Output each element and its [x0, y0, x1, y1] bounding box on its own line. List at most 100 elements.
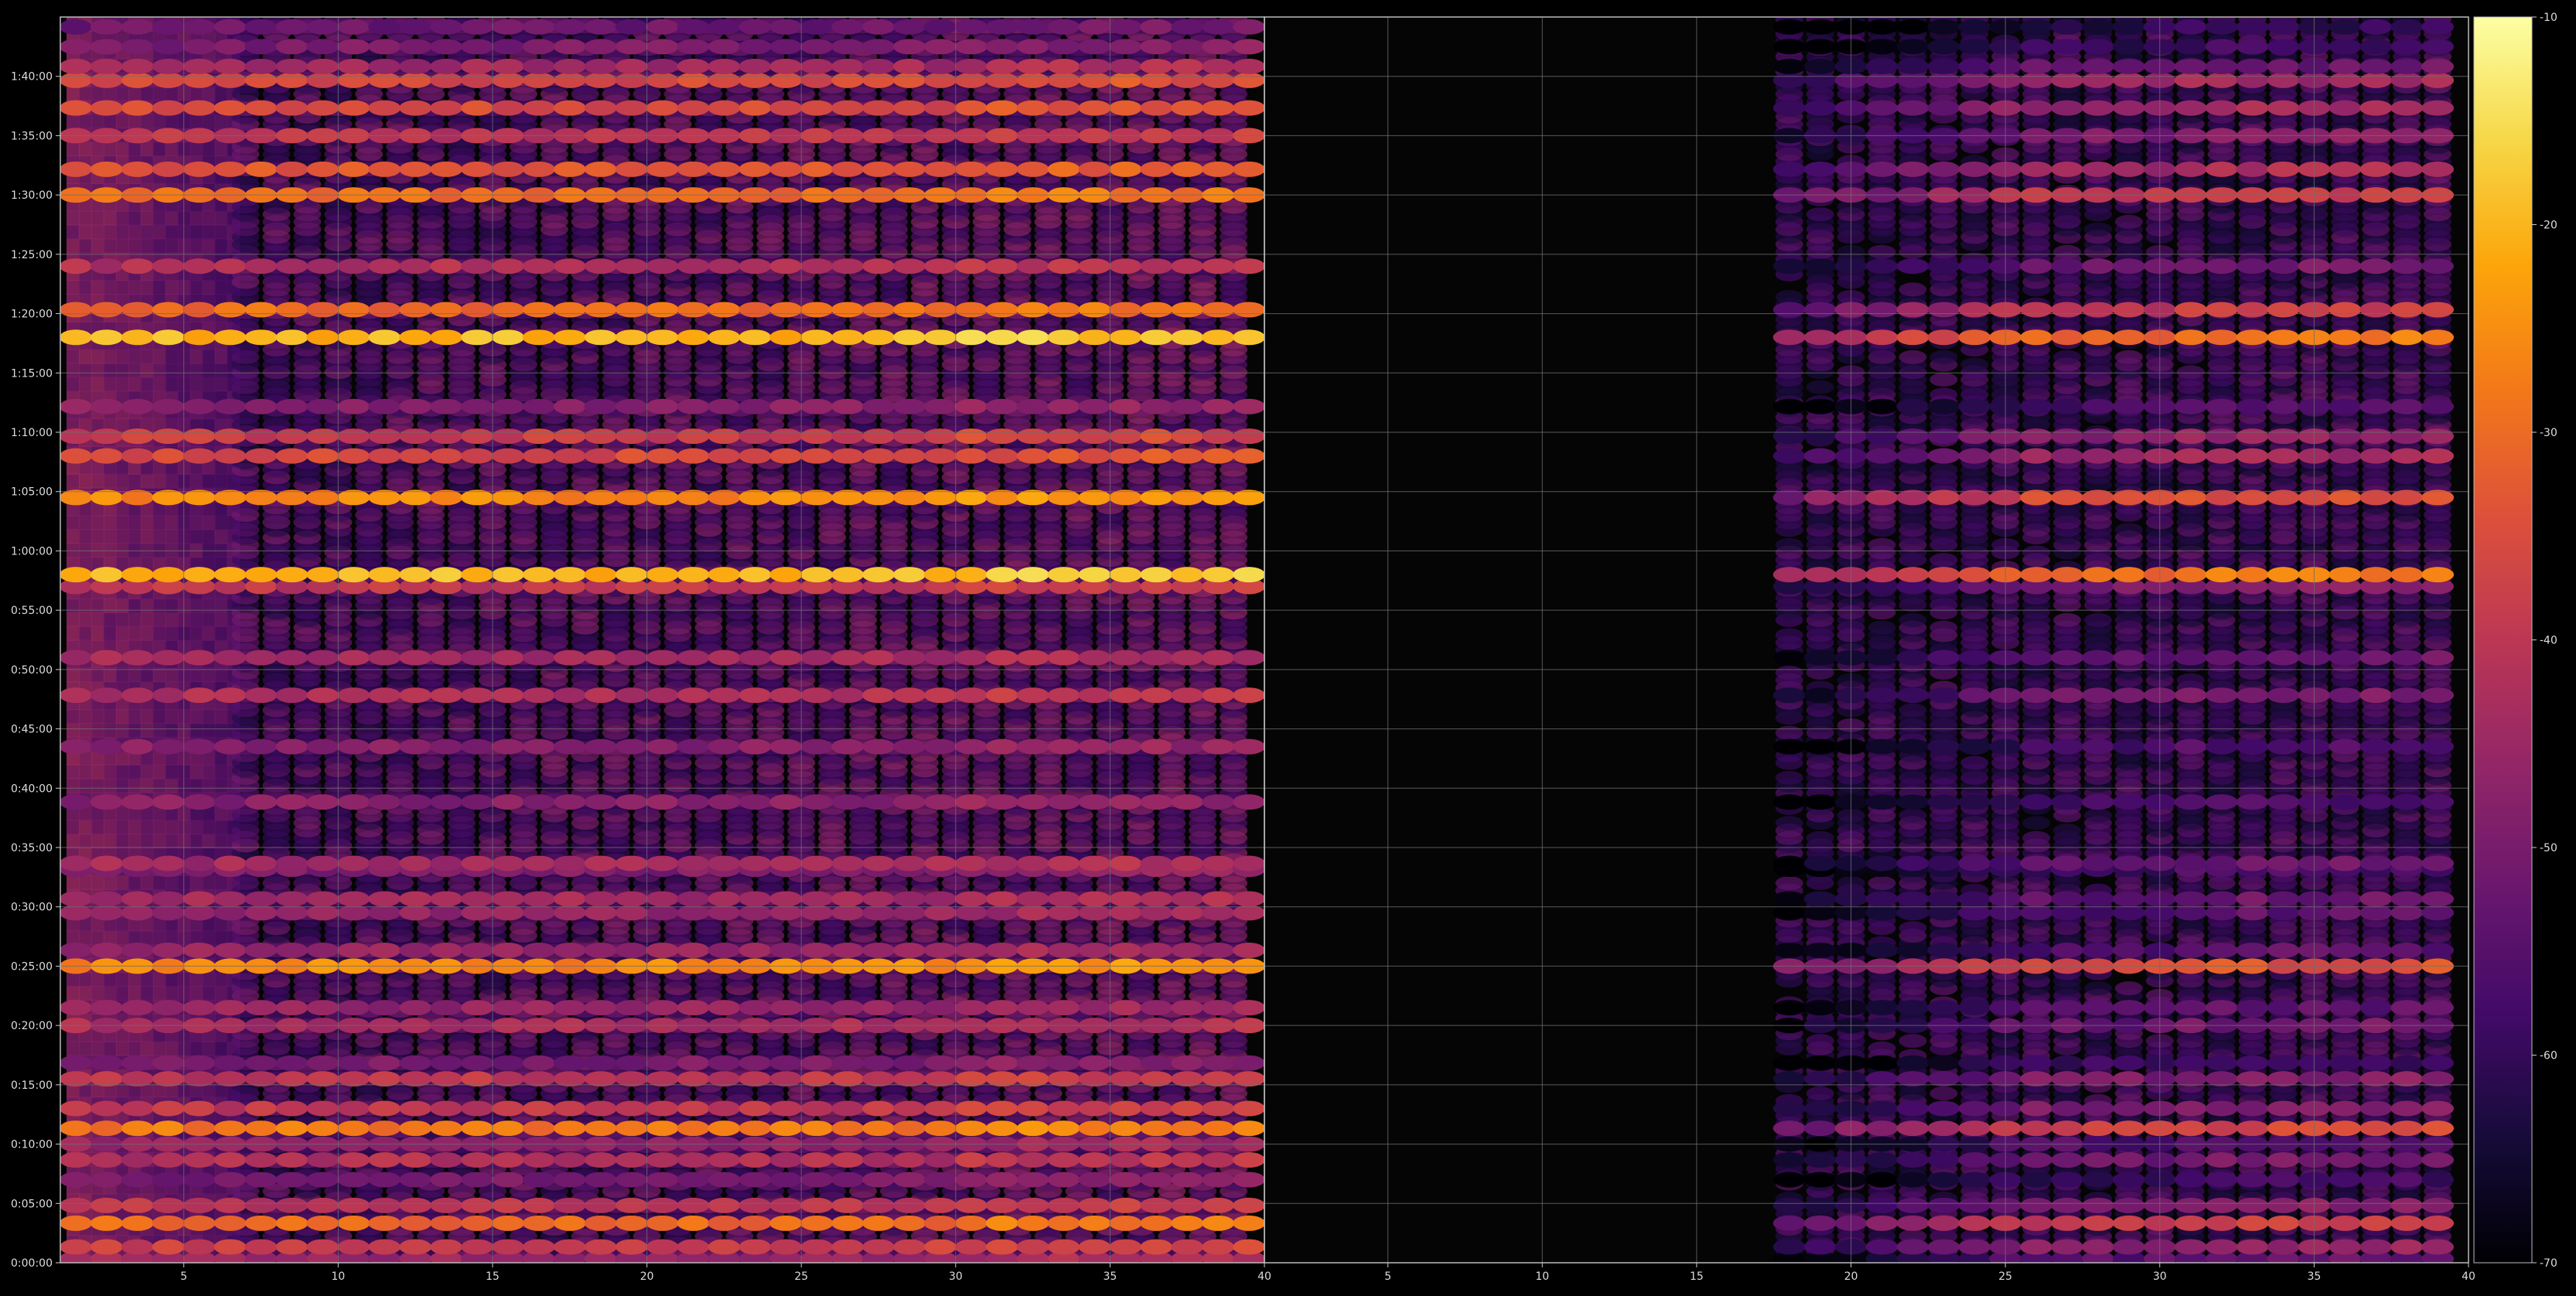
heatmap-cell: [165, 543, 179, 558]
heatmap-cell: [202, 875, 216, 890]
heatmap-cell: [152, 875, 166, 890]
heatmap-cell: [128, 820, 142, 835]
heatmap-cell: [165, 875, 179, 890]
heatmap-cell: [128, 598, 142, 613]
heatmap-cell: [165, 529, 179, 544]
heatmap-cell: [66, 210, 80, 226]
heatmap-cell: [140, 86, 154, 101]
heatmap-cell: [214, 142, 228, 156]
heatmap-cell: [115, 750, 129, 766]
heatmap-cell: [66, 722, 80, 738]
heatmap-cell: [128, 529, 142, 544]
heatmap-cell: [202, 598, 216, 613]
heatmap-cell: [90, 820, 104, 835]
heatmap-cell: [165, 612, 179, 627]
heatmap-cell: [103, 529, 117, 544]
heatmap-cell: [214, 875, 228, 890]
heatmap-cell: [78, 363, 92, 378]
heatmap-cell: [78, 210, 92, 226]
heatmap-cell: [214, 778, 228, 793]
heatmap-cell: [78, 626, 92, 641]
heatmap-cell: [165, 280, 179, 295]
heatmap-cell: [165, 972, 179, 987]
heatmap-cell: [103, 598, 117, 613]
heatmap-cell: [202, 377, 216, 392]
heatmap-cell: [66, 473, 80, 489]
heatmap-cell: [90, 764, 104, 779]
heatmap-cell: [189, 363, 203, 378]
heatmap-cell: [78, 473, 92, 489]
heatmap-cell: [78, 875, 92, 890]
heatmap-cell: [128, 1041, 142, 1056]
heatmap-cell: [103, 612, 117, 627]
heatmap-cell: [66, 86, 80, 101]
heatmap-cell: [189, 529, 203, 544]
heatmap-cell: [140, 986, 154, 1001]
heatmap-cell: [214, 626, 228, 641]
heatmap-cell: [152, 709, 166, 724]
heatmap-cell: [189, 778, 203, 793]
heatmap-cell: [115, 612, 129, 627]
heatmap-cell: [152, 377, 166, 392]
heatmap-cell: [66, 764, 80, 779]
heatmap-cell: [78, 764, 92, 779]
heatmap-cell: [165, 210, 179, 226]
heatmap-cell: [103, 834, 117, 848]
heatmap-cell: [66, 986, 80, 1001]
heatmap-cell: [202, 515, 216, 530]
heatmap-cell: [214, 972, 228, 987]
heatmap-cell: [66, 142, 80, 156]
heatmap-cell: [189, 972, 203, 987]
heatmap-cell: [103, 778, 117, 793]
heatmap-cell: [90, 515, 104, 530]
heatmap-cell: [140, 280, 154, 295]
heatmap-cell: [189, 377, 203, 392]
heatmap-cell: [103, 820, 117, 835]
heatmap-cell: [214, 377, 228, 392]
heatmap-cell: [214, 820, 228, 835]
heatmap-cell: [66, 238, 80, 254]
heatmap-cell: [128, 377, 142, 392]
heatmap-cell: [152, 473, 166, 489]
heatmap-cell: [128, 473, 142, 489]
heatmap-cell: [152, 210, 166, 226]
heatmap-cell: [152, 820, 166, 835]
heatmap-cell: [115, 972, 129, 987]
heatmap-cell: [78, 224, 92, 240]
heatmap-cell: [78, 515, 92, 530]
heatmap-cell: [140, 930, 154, 946]
heatmap-cell: [214, 709, 228, 724]
heatmap-cell: [140, 1041, 154, 1056]
heatmap-cell: [152, 722, 166, 738]
heatmap-cell: [165, 515, 179, 530]
heatmap-cell: [152, 778, 166, 793]
heatmap-cell: [189, 709, 203, 724]
heatmap-cell: [189, 473, 203, 489]
heatmap-cell: [214, 363, 228, 378]
heatmap-cell: [90, 778, 104, 793]
heatmap-cell: [78, 834, 92, 848]
heatmap-cell: [189, 834, 203, 848]
heatmap-cell: [78, 543, 92, 558]
heatmap-cell: [66, 875, 80, 890]
heatmap-cell: [202, 473, 216, 489]
heatmap-cell: [202, 363, 216, 378]
heatmap-cell: [66, 834, 80, 848]
heatmap-cell: [103, 86, 117, 101]
heatmap-cell: [152, 764, 166, 779]
heatmap-cell: [152, 515, 166, 530]
heatmap-cell: [165, 238, 179, 254]
heatmap-cell: [66, 778, 80, 793]
heatmap-cell: [90, 986, 104, 1001]
heatmap-cell: [140, 543, 154, 558]
heatmap-cell: [128, 709, 142, 724]
heatmap-cell: [140, 473, 154, 489]
heatmap-cell: [90, 280, 104, 295]
heatmap-cell: [165, 349, 179, 364]
heatmap-cell: [165, 834, 179, 848]
heatmap-cell: [202, 612, 216, 627]
heatmap-cell: [115, 349, 129, 364]
heatmap-cell: [90, 142, 104, 156]
heatmap-cell: [140, 972, 154, 987]
heatmap-cell: [90, 612, 104, 627]
